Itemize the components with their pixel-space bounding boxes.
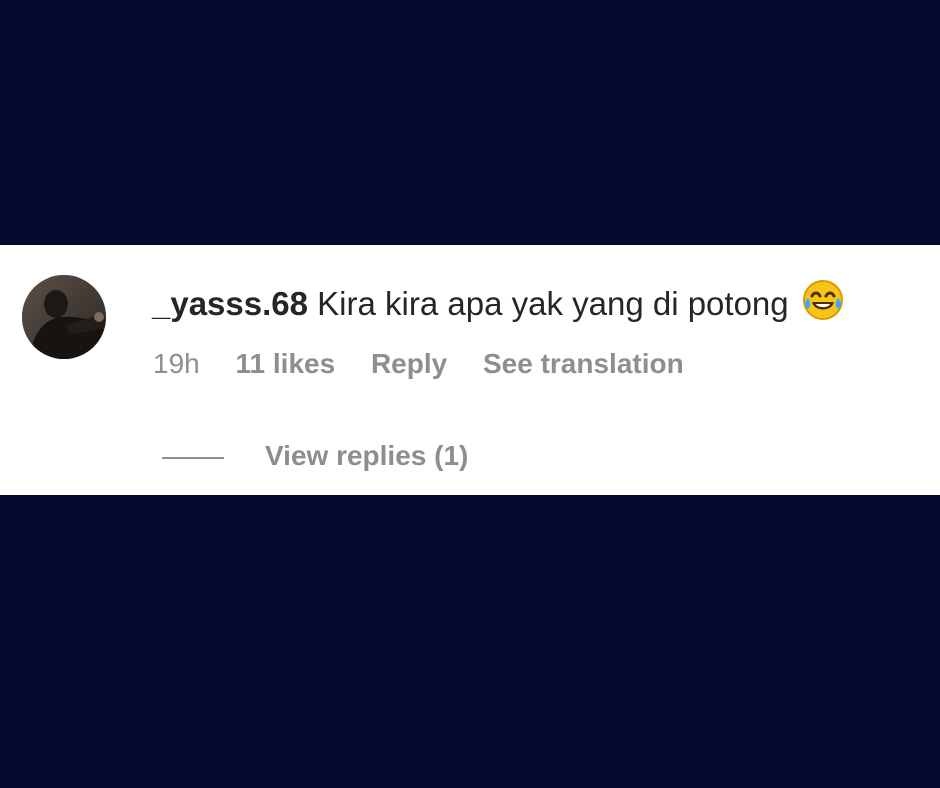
replies-divider: [162, 457, 224, 459]
comment-meta-row: 19h 11 likes Reply See translation: [153, 346, 712, 382]
face-with-tears-of-joy-icon: [802, 279, 844, 330]
comment-time: 19h: [153, 348, 200, 379]
avatar[interactable]: [22, 275, 106, 359]
username-link[interactable]: _yasss.68: [152, 285, 308, 322]
comment-text: Kira kira apa yak yang di potong: [317, 285, 789, 322]
view-replies-button[interactable]: View replies (1): [265, 438, 468, 474]
likes-count[interactable]: 11 likes: [236, 348, 336, 379]
user-avatar-icon: [22, 275, 106, 359]
see-translation-button[interactable]: See translation: [483, 348, 684, 379]
comment-card: _yasss.68 Kira kira apa yak yang di poto…: [0, 245, 940, 495]
reply-button[interactable]: Reply: [371, 348, 447, 379]
comment-text-line: _yasss.68 Kira kira apa yak yang di poto…: [152, 279, 844, 330]
